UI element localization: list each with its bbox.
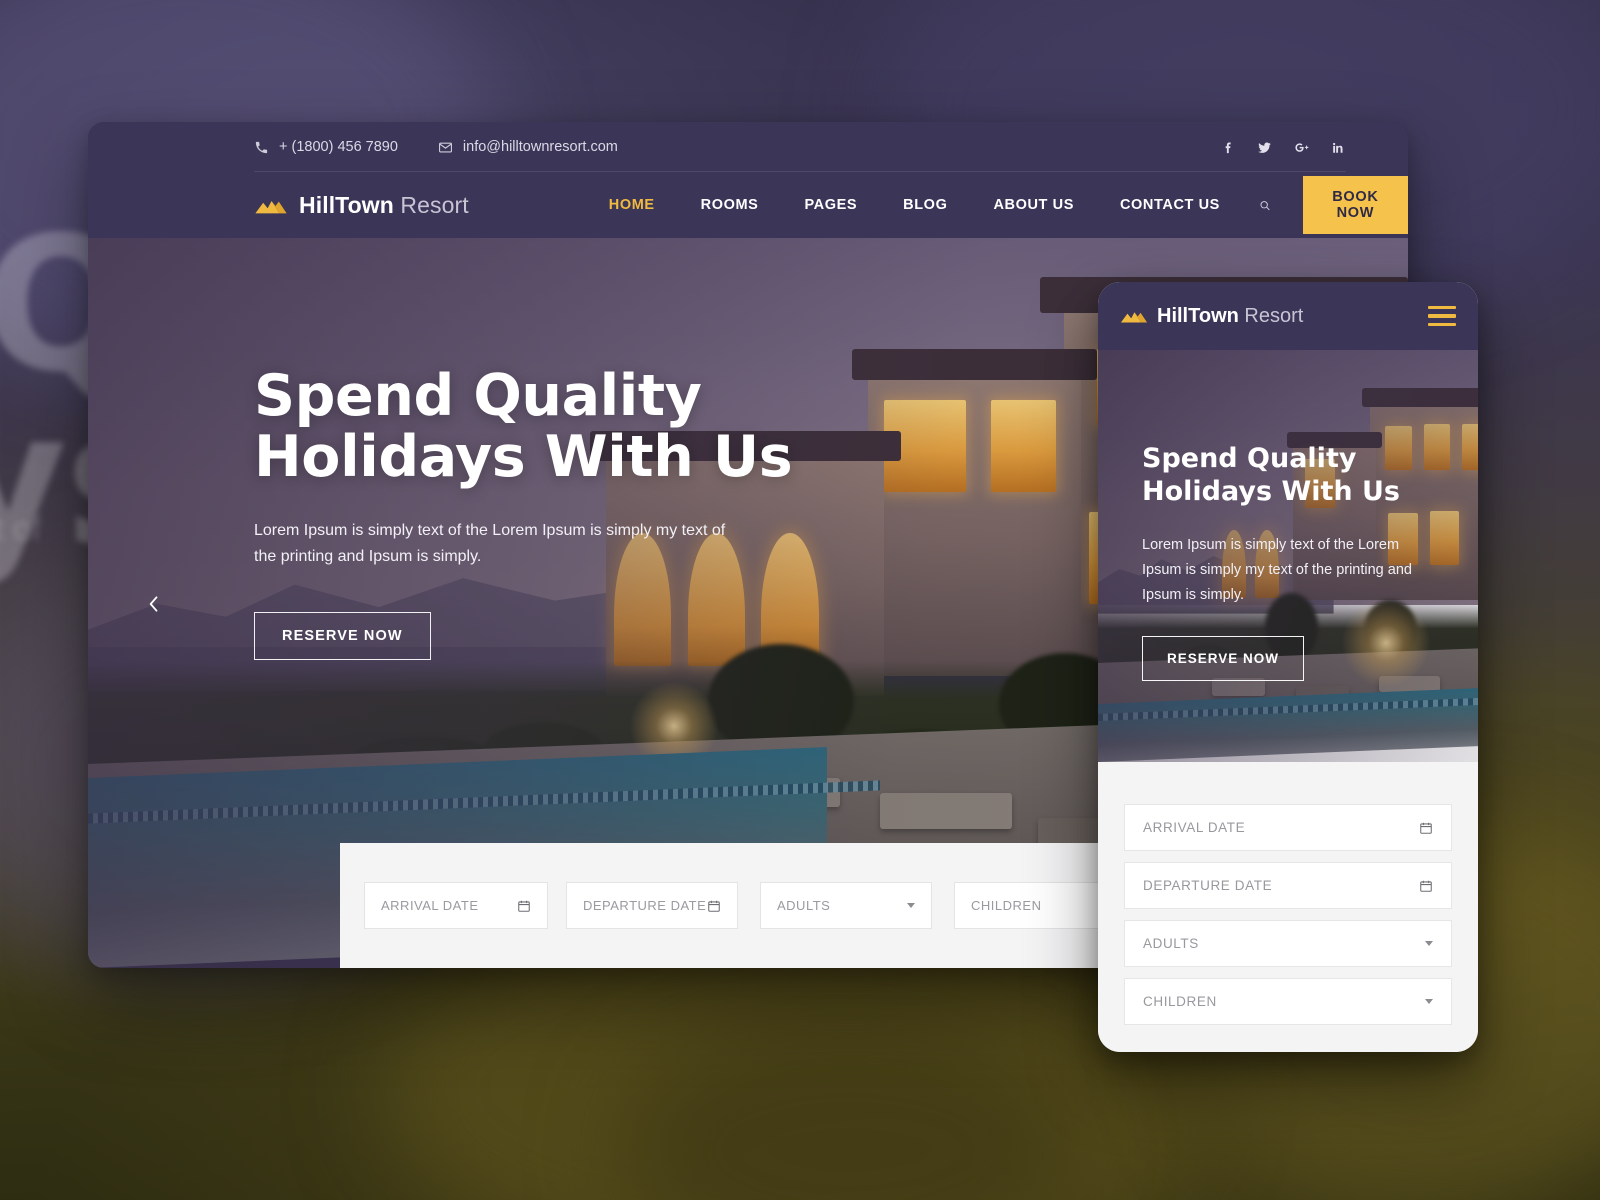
nav-item-home[interactable]: HOME — [586, 197, 678, 213]
phone-number: + (1800) 456 7890 — [279, 139, 398, 155]
linkedin-icon[interactable] — [1331, 140, 1346, 155]
caret-down-icon — [907, 903, 915, 908]
children-label: CHILDREN — [971, 898, 1042, 913]
mobile-reserve-now-button[interactable]: RESERVE NOW — [1142, 635, 1305, 681]
hero-title-line-1: Spend Quality — [254, 363, 702, 429]
departure-date-label: DEPARTURE DATE — [583, 898, 707, 913]
google-plus-icon[interactable] — [1294, 140, 1309, 155]
hero-title-line-2: Holidays With Us — [254, 423, 793, 490]
phone-icon — [255, 141, 268, 153]
mobile-departure-date-label: DEPARTURE DATE — [1143, 878, 1273, 893]
email-contact[interactable]: info@hilltownresort.com — [438, 139, 618, 155]
mobile-children-select[interactable]: CHILDREN — [1124, 978, 1452, 1025]
mobile-hero-copy: Spend Quality Holidays With Us Lorem Ips… — [1142, 442, 1454, 681]
nav-item-pages[interactable]: PAGES — [781, 197, 880, 213]
mountain-icon — [1120, 312, 1148, 323]
mobile-hero-title: Spend Quality Holidays With Us — [1142, 443, 1401, 508]
logo-text: HillTown Resort — [299, 192, 469, 219]
caret-down-icon — [1425, 999, 1433, 1004]
calendar-icon — [1420, 880, 1432, 892]
arrival-date-field[interactable]: ARRIVAL DATE — [364, 882, 548, 929]
mobile-adults-select[interactable]: ADULTS — [1124, 920, 1452, 967]
mobile-departure-date-field[interactable]: DEPARTURE DATE — [1124, 862, 1452, 909]
carousel-prev-button[interactable] — [133, 583, 175, 625]
mobile-mockup: HillTown Resort Spend Quality Holidays W… — [1098, 282, 1478, 1052]
backdrop-ghost-subtext: t of — [0, 510, 42, 548]
logo-name-light: Resort — [400, 191, 469, 218]
mobile-hero-section: Spend Quality Holidays With Us Lorem Ips… — [1098, 350, 1478, 762]
facebook-icon[interactable] — [1220, 140, 1235, 155]
mobile-arrival-date-label: ARRIVAL DATE — [1143, 820, 1246, 835]
hero-title: Spend Quality Holidays With Us — [254, 366, 874, 488]
mobile-arrival-date-field[interactable]: ARRIVAL DATE — [1124, 804, 1452, 851]
mobile-navbar: HillTown Resort — [1098, 282, 1478, 350]
hero-paragraph: Lorem Ipsum is simply text of the Lorem … — [254, 521, 726, 565]
nav-item-about-us[interactable]: ABOUT US — [970, 197, 1097, 213]
arrival-date-label: ARRIVAL DATE — [381, 898, 479, 913]
hero-copy: Spend Quality Holidays With Us Lorem Ips… — [254, 366, 874, 660]
mobile-logo-name-bold: HillTown — [1157, 304, 1239, 327]
twitter-icon[interactable] — [1257, 140, 1272, 155]
chevron-left-icon — [149, 596, 158, 612]
mobile-children-label: CHILDREN — [1143, 994, 1217, 1009]
mobile-site-logo[interactable]: HillTown Resort — [1120, 305, 1303, 328]
nav-item-rooms[interactable]: ROOMS — [678, 197, 782, 213]
envelope-icon — [438, 142, 452, 152]
search-icon[interactable] — [1259, 196, 1271, 215]
site-logo[interactable]: HillTown Resort — [254, 192, 469, 219]
mobile-logo-text: HillTown Resort — [1157, 305, 1303, 328]
logo-name-bold: HillTown — [299, 191, 394, 218]
nav-item-contact-us[interactable]: CONTACT US — [1097, 197, 1243, 213]
caret-down-icon — [1425, 941, 1433, 946]
calendar-icon — [518, 900, 530, 912]
nav-links: HOME ROOMS PAGES BLOG ABOUT US CONTACT U… — [586, 197, 1243, 213]
departure-date-field[interactable]: DEPARTURE DATE — [566, 882, 738, 929]
nav-item-blog[interactable]: BLOG — [880, 197, 970, 213]
email-address: info@hilltownresort.com — [462, 139, 618, 155]
adults-label: ADULTS — [777, 898, 831, 913]
mobile-adults-label: ADULTS — [1143, 936, 1199, 951]
book-now-button[interactable]: BOOK NOW — [1302, 176, 1408, 234]
reserve-now-button[interactable]: RESERVE NOW — [254, 611, 431, 660]
top-contact-bar: + (1800) 456 7890 info@hilltownresort.co… — [88, 122, 1408, 172]
hamburger-menu-icon[interactable] — [1428, 305, 1456, 327]
adults-select[interactable]: ADULTS — [760, 882, 932, 929]
phone-contact[interactable]: + (1800) 456 7890 — [254, 139, 398, 155]
mobile-hero-paragraph: Lorem Ipsum is simply text of the Lorem … — [1142, 536, 1412, 603]
social-links — [1220, 140, 1346, 155]
mountain-icon — [255, 200, 287, 213]
main-navbar: HillTown Resort HOME ROOMS PAGES BLOG AB… — [88, 172, 1408, 238]
mobile-logo-name-light: Resort — [1244, 304, 1304, 327]
mobile-booking-form: ARRIVAL DATE DEPARTURE DATE ADULTS CHILD… — [1098, 762, 1478, 1052]
calendar-icon — [708, 900, 720, 912]
calendar-icon — [1420, 822, 1432, 834]
